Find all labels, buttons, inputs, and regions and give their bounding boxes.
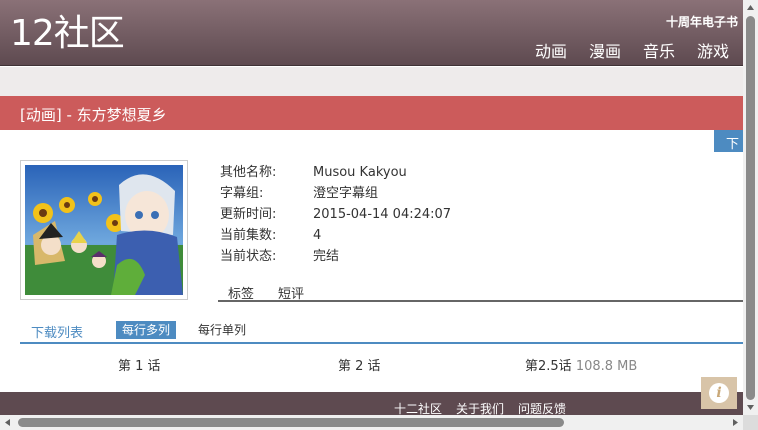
info-row: 字幕组: 澄空字幕组 — [220, 185, 451, 206]
tab-tags[interactable]: 标签 — [228, 283, 254, 302]
episode-label[interactable]: 第2.5话 — [525, 359, 572, 374]
footer-link-about[interactable]: 关于我们 — [456, 400, 504, 415]
episode-label[interactable]: 第 1 话 — [118, 359, 161, 374]
page-title: [动画] - 东方梦想夏乡 — [20, 106, 167, 124]
info-value: 完结 — [313, 249, 340, 264]
cover-artwork — [25, 165, 183, 295]
info-row: 更新时间: 2015-04-14 04:24:07 — [220, 206, 451, 227]
episode-link[interactable]: 第 2 话 — [338, 355, 381, 374]
scroll-left-icon[interactable] — [0, 415, 15, 430]
vertical-scrollbar[interactable] — [743, 0, 758, 415]
scrollbar-corner — [743, 415, 758, 430]
episode-size: 108.8 MB — [575, 359, 638, 374]
info-row: 当前集数: 4 — [220, 227, 451, 248]
detail-tabs: 标签 短评 — [218, 283, 743, 302]
episode-link[interactable]: 第2.5话 108.8 MB — [525, 355, 637, 374]
download-list-title: 下载列表 — [31, 326, 84, 341]
scroll-up-icon[interactable] — [743, 0, 758, 15]
nav-music[interactable]: 音乐 — [643, 38, 675, 62]
info-row: 其他名称: Musou Kakyou — [220, 164, 451, 185]
footer-link-feedback[interactable]: 问题反馈 — [518, 400, 566, 415]
info-button[interactable]: i — [701, 377, 737, 409]
mode-single-column[interactable]: 每行单列 — [192, 321, 252, 339]
info-label: 当前集数: — [220, 228, 277, 243]
nav-anime[interactable]: 动画 — [535, 38, 567, 62]
horizontal-scrollbar[interactable] — [0, 415, 743, 430]
episode-label[interactable]: 第 2 话 — [338, 359, 381, 374]
scroll-down-icon[interactable] — [743, 400, 758, 415]
site-header: 12社区 十周年电子书 动画 漫画 音乐 游戏 — [0, 0, 743, 66]
nav-games[interactable]: 游戏 — [697, 38, 729, 62]
info-label: 当前状态: — [220, 249, 277, 264]
header-band — [0, 67, 743, 96]
promo-link[interactable]: 十周年电子书 — [666, 13, 738, 30]
horizontal-scroll-thumb[interactable] — [18, 418, 564, 427]
info-row: 当前状态: 完结 — [220, 248, 451, 269]
mode-multi-column[interactable]: 每行多列 — [116, 321, 177, 339]
info-icon: i — [709, 383, 729, 403]
info-value: 2015-04-14 04:24:07 — [313, 207, 452, 222]
download-button[interactable]: 下 — [714, 130, 743, 152]
tab-reviews[interactable]: 短评 — [278, 283, 304, 302]
info-value[interactable]: 澄空字幕组 — [313, 185, 378, 206]
main-nav: 动画 漫画 音乐 游戏 — [535, 38, 729, 62]
download-list-header: 下载列表 每行多列 每行单列 — [20, 320, 743, 344]
info-value: Musou Kakyou — [313, 165, 407, 180]
info-label: 其他名称: — [220, 165, 277, 180]
scroll-right-icon[interactable] — [728, 415, 743, 430]
footer-link-home[interactable]: 十二社区 — [394, 400, 442, 415]
site-footer: 十二社区 关于我们 问题反馈 — [0, 392, 743, 415]
info-label: 字幕组: — [220, 186, 264, 201]
page: 12社区 十周年电子书 动画 漫画 音乐 游戏 [动画] - 东方梦想夏乡 下 — [0, 0, 743, 415]
info-value: 4 — [313, 228, 322, 243]
title-bar: [动画] - 东方梦想夏乡 — [0, 96, 743, 130]
info-table: 其他名称: Musou Kakyou 字幕组: 澄空字幕组 更新时间: 2015… — [220, 164, 451, 269]
nav-manga[interactable]: 漫画 — [589, 38, 621, 62]
site-logo[interactable]: 12社区 — [10, 14, 125, 54]
footer-links: 十二社区 关于我们 问题反馈 — [394, 400, 566, 415]
info-label: 更新时间: — [220, 207, 277, 222]
cover-image — [20, 160, 188, 300]
episode-link[interactable]: 第 1 话 — [118, 355, 161, 374]
vertical-scroll-thumb[interactable] — [746, 16, 755, 400]
